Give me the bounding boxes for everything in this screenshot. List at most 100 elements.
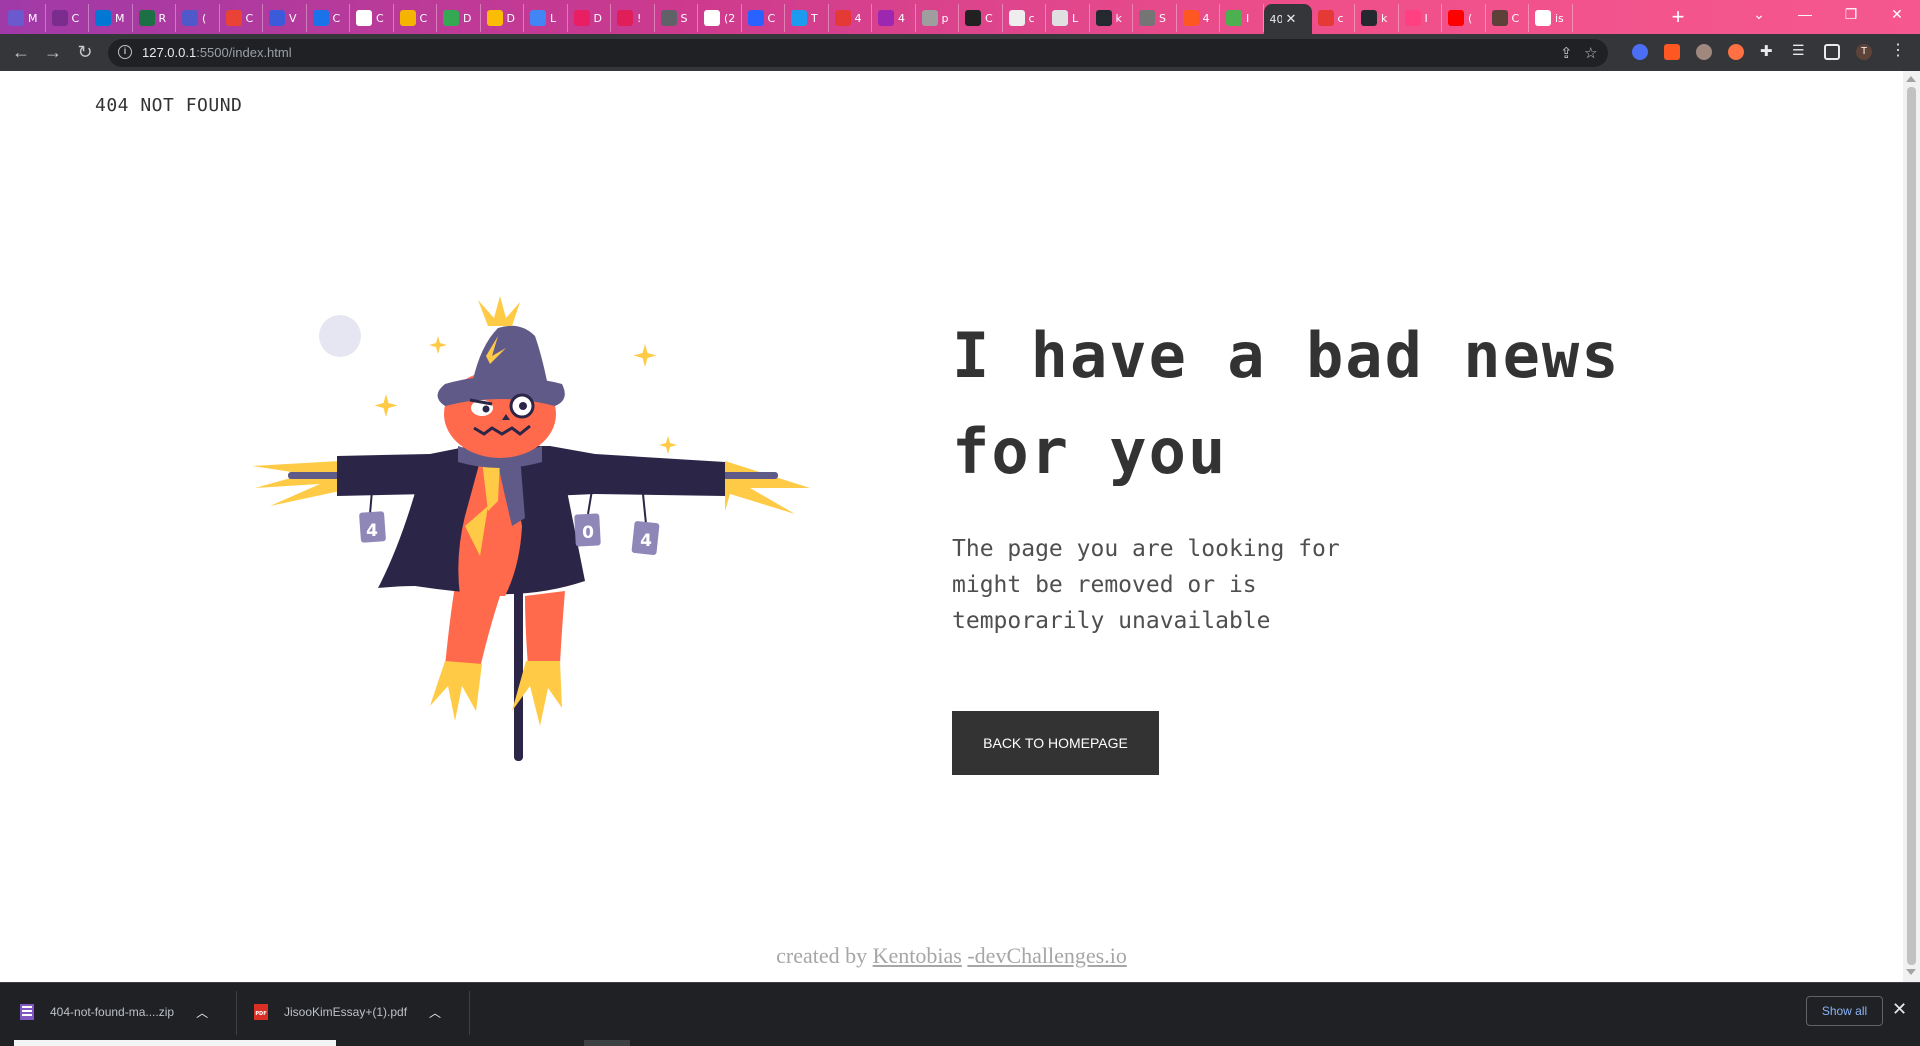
browser-tab[interactable]: V	[263, 4, 307, 32]
browser-tab[interactable]: C	[220, 4, 263, 32]
browser-tab[interactable]: D	[481, 4, 524, 32]
author-link[interactable]: Kentobias	[873, 943, 962, 968]
tab-favicon-icon	[834, 10, 851, 26]
extensions-puzzle-icon[interactable]: ✚	[1760, 42, 1776, 60]
browser-tab[interactable]: k	[1355, 4, 1399, 32]
browser-tab[interactable]: I	[1220, 4, 1264, 32]
page-scrollbar[interactable]	[1903, 71, 1920, 982]
page-description: The page you are looking for might be re…	[952, 536, 1340, 634]
bookmark-star-icon[interactable]: ☆	[1584, 44, 1597, 62]
reading-list-icon[interactable]: ☰	[1792, 42, 1808, 58]
tab-favicon-icon	[1448, 10, 1464, 26]
browser-tab[interactable]: 4	[872, 4, 916, 32]
browser-tab[interactable]: is	[1529, 4, 1573, 32]
browser-tab[interactable]: I	[1399, 4, 1442, 32]
devchallenges-link[interactable]: -devChallenges.io	[967, 943, 1126, 968]
tab-title: c	[1337, 11, 1344, 25]
restore-icon[interactable]: ❐	[1828, 0, 1874, 30]
browser-tab[interactable]: p	[916, 4, 959, 32]
tab-favicon-icon	[1361, 10, 1377, 26]
browser-tab-strip: M C M R (C V C C C D D L D! S (2 C T 4 4 p Cc Lk S 4 I 40 ✕ c k I (Cis…	[0, 0, 1920, 34]
back-arrow-icon[interactable]: ←	[9, 40, 33, 64]
tab-favicon-icon	[182, 10, 198, 26]
scrollbar-thumb[interactable]	[1907, 87, 1916, 965]
browser-tab[interactable]: !	[611, 4, 655, 32]
extension-cookie-icon[interactable]	[1728, 44, 1744, 60]
close-window-icon[interactable]: ✕	[1874, 0, 1920, 30]
tab-favicon-icon	[660, 10, 677, 26]
browser-tab[interactable]: S	[1133, 4, 1177, 32]
close-shelf-icon[interactable]: ✕	[1892, 999, 1907, 1020]
browser-tab[interactable]: R	[133, 4, 176, 32]
browser-tab[interactable]: C	[959, 4, 1003, 32]
site-info-icon[interactable]: i	[118, 45, 132, 59]
download-item[interactable]: PDF JisooKimEssay+(1).pdf ︿	[254, 983, 441, 1041]
footer-prefix: created by	[776, 943, 873, 968]
tab-title: is	[1555, 11, 1564, 25]
tab-favicon-icon	[8, 10, 24, 26]
browser-tab[interactable]: C	[394, 4, 437, 32]
tab-title: p	[941, 11, 949, 25]
reload-icon[interactable]: ↻	[73, 40, 97, 64]
tab-favicon-icon	[312, 10, 329, 26]
tab-title: S	[1159, 11, 1166, 25]
url-text: 127.0.0.1:5500/index.html	[142, 45, 292, 60]
chevron-up-icon[interactable]: ︿	[429, 1004, 441, 1021]
site-brand[interactable]: 404 NOT FOUND	[95, 95, 242, 116]
extension-translate-icon[interactable]	[1664, 44, 1680, 60]
profile-avatar[interactable]: T	[1856, 44, 1872, 60]
browser-tab[interactable]: C	[1486, 4, 1529, 32]
close-tab-icon[interactable]: ✕	[1286, 12, 1297, 27]
menu-kebab-icon[interactable]: ⋮	[1890, 40, 1906, 59]
tab-title: R	[158, 11, 167, 25]
browser-tab[interactable]: L	[524, 4, 568, 32]
side-panel-icon[interactable]	[1824, 44, 1840, 60]
tab-favicon-icon	[1491, 10, 1508, 26]
right-leg-shape	[525, 591, 565, 666]
zip-file-icon	[20, 1004, 34, 1020]
tab-title: C	[376, 11, 384, 25]
forward-arrow-icon[interactable]: →	[41, 40, 65, 64]
browser-tab[interactable]: D	[437, 4, 481, 32]
back-to-homepage-button[interactable]: BACK TO HOMEPAGE	[952, 711, 1159, 775]
browser-tab[interactable]: C	[307, 4, 350, 32]
tab-favicon-icon	[486, 10, 503, 26]
browser-tab[interactable]: 4	[829, 4, 872, 32]
address-bar[interactable]: i 127.0.0.1:5500/index.html ⇪ ☆	[108, 39, 1608, 67]
download-item[interactable]: 404-not-found-ma....zip ︿	[20, 983, 208, 1041]
tab-title: C	[332, 11, 341, 25]
extension-shield-icon[interactable]	[1632, 44, 1648, 60]
browser-tab[interactable]: T	[785, 4, 829, 32]
minimize-icon[interactable]: —	[1782, 0, 1828, 30]
show-all-downloads-button[interactable]: Show all	[1806, 996, 1883, 1026]
tab-title: C	[245, 11, 254, 25]
browser-tab[interactable]: (2	[698, 4, 742, 32]
browser-tab[interactable]: C	[350, 4, 394, 32]
browser-tab[interactable]: 4	[1177, 4, 1220, 32]
tab-title: T	[811, 11, 818, 25]
share-icon[interactable]: ⇪	[1560, 44, 1573, 62]
browser-tab[interactable]: D	[568, 4, 611, 32]
download-filename: JisooKimEssay+(1).pdf	[284, 1005, 408, 1019]
tab-search-icon[interactable]: ⌄	[1736, 0, 1782, 30]
tab-favicon-icon	[269, 10, 285, 26]
browser-tab[interactable]: M	[2, 4, 46, 32]
browser-tab[interactable]: c	[1312, 4, 1355, 32]
hat-crown-shape	[472, 325, 548, 386]
browser-tab[interactable]: C	[46, 4, 89, 32]
browser-tab[interactable]: M	[89, 4, 133, 32]
new-tab-button[interactable]: +	[1664, 4, 1692, 32]
browser-tab[interactable]: (	[176, 4, 220, 32]
browser-tab[interactable]: C	[742, 4, 785, 32]
browser-tab[interactable]: c	[1003, 4, 1046, 32]
browser-tab[interactable]: (	[1442, 4, 1486, 32]
browser-tab[interactable]: S	[655, 4, 698, 32]
chevron-up-icon[interactable]: ︿	[196, 1004, 208, 1021]
tab-title: (	[1468, 11, 1473, 25]
extension-bear-icon[interactable]	[1696, 44, 1712, 60]
browser-tab[interactable]: L	[1046, 4, 1090, 32]
browser-tab[interactable]: k	[1090, 4, 1133, 32]
tab-title: 4	[1202, 11, 1210, 25]
active-tab[interactable]: 40 ✕	[1263, 4, 1312, 34]
tab-title: M	[115, 11, 125, 25]
